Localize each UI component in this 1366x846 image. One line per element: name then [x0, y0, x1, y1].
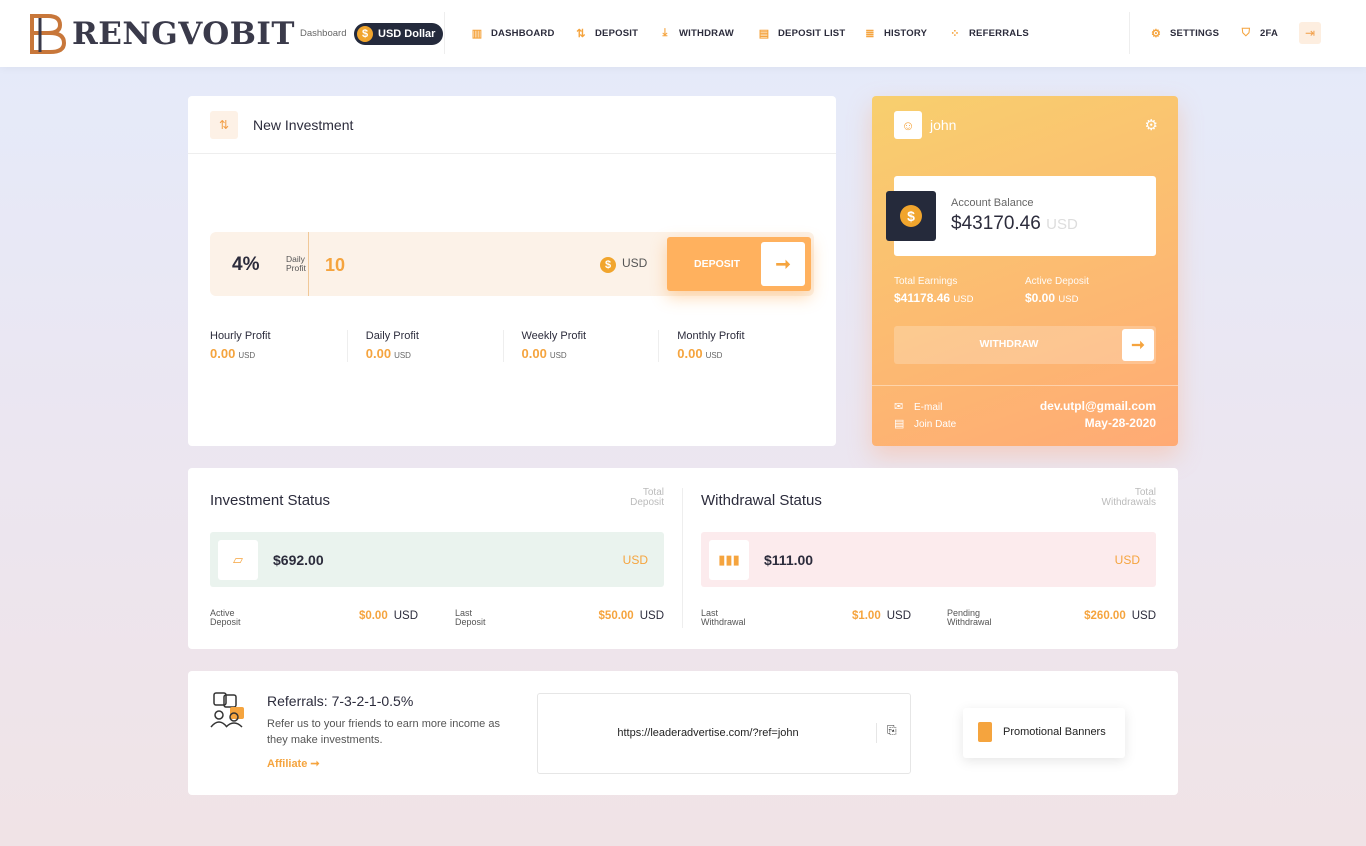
plan-rate: 4%: [232, 254, 260, 275]
dollar-coin-icon: $: [357, 26, 373, 42]
withdrawal-total-bar: ▮▮▮ $111.00 USD: [701, 532, 1156, 587]
referral-title: Referrals: 7-3-2-1-0.5%: [267, 693, 414, 709]
currency-selector[interactable]: $ USD Dollar: [354, 23, 444, 45]
calendar-icon: ▤: [894, 418, 905, 430]
user-header: ☺ john: [894, 111, 956, 139]
balance-box: $ Account Balance $43170.46 USD: [886, 176, 1156, 256]
profit-summary: Hourly Profit 0.00 USD Daily Profit 0.00 U…: [210, 330, 814, 362]
investment-status-title: Investment Status: [210, 492, 331, 509]
daily-profit: Daily Profit 0.00 USD: [346, 330, 503, 362]
balance-value: $43170.46 USD: [951, 213, 1078, 234]
promotional-banners-label: Promotional Banners: [1003, 726, 1106, 738]
currency-label: USD Dollar: [378, 28, 436, 40]
copy-icon[interactable]: ⎘: [876, 723, 897, 743]
status-card: Investment Status Total Deposit ▱ $692.00…: [188, 468, 1178, 649]
referral-link[interactable]: https://leaderadvertise.com/?ref=john: [538, 727, 878, 739]
deposit-button-label: DEPOSIT: [694, 258, 741, 270]
last-deposit-value: $50.00 USD: [598, 610, 664, 622]
shield-icon: ⛉: [1241, 27, 1251, 39]
divider: [444, 12, 445, 54]
referral-link-box: https://leaderadvertise.com/?ref=john ⎘: [537, 693, 911, 774]
weekly-profit: Weekly Profit 0.00 USD: [502, 330, 659, 362]
brand-logo[interactable]: RENGVOBIT: [30, 14, 295, 54]
chat-icon: ▱: [218, 540, 258, 580]
join-date-row: ▤ Join Date May-28-2020: [894, 416, 1156, 430]
nav-history[interactable]: ≣ HISTORY: [864, 27, 927, 40]
user-name: john: [930, 117, 957, 133]
divider: [308, 232, 309, 296]
divider: [682, 488, 683, 628]
bar-chart-icon: ▮▮▮: [709, 540, 749, 580]
withdrawal-total: $111.00: [764, 552, 814, 568]
referral-text: Refer us to your friends to earn more in…: [267, 718, 500, 746]
nav-deposit-list[interactable]: ▤ DEPOSIT LIST: [758, 27, 845, 40]
investment-form: 4% Daily Profit 10 $ USD DEPOSIT ➞: [210, 232, 814, 296]
email-row: ✉ E-mail dev.utpl@gmail.com: [894, 399, 1156, 413]
affiliate-link[interactable]: Affiliate ➞: [267, 757, 320, 770]
dollar-coin-icon: $: [900, 205, 922, 227]
investment-title: New Investment: [253, 116, 354, 133]
last-withdrawal-value: $1.00 USD: [851, 610, 911, 622]
total-earnings: Total Earnings $41178.46 USD: [894, 276, 974, 305]
join-date: May-28-2020: [1084, 416, 1156, 430]
deposit-button[interactable]: DEPOSIT ➞: [667, 237, 811, 291]
gear-icon[interactable]: ⚙: [1145, 116, 1158, 134]
pending-withdrawal-value: $260.00 USD: [1084, 610, 1156, 622]
dashboard-icon: ▥: [471, 28, 483, 40]
monthly-profit: Monthly Profit 0.00 USD: [658, 330, 814, 362]
total-withdrawals-caption: Total Withdrawals: [1101, 487, 1156, 508]
document-icon: [978, 722, 992, 742]
mail-icon: ✉: [894, 401, 904, 413]
withdraw-button-label: WITHDRAW: [979, 338, 1039, 350]
amount-currency: USD: [622, 256, 648, 270]
nav-dashboard[interactable]: ▥ DASHBOARD: [471, 27, 555, 40]
balance-icon: $: [886, 191, 936, 241]
nav-2fa[interactable]: ⛉ 2FA: [1240, 27, 1278, 40]
dollar-coin-icon: $: [600, 257, 616, 273]
nav-settings[interactable]: ⚙ SETTINGS: [1150, 27, 1219, 40]
top-bar: RENGVOBIT Dashboard $ USD Dollar ▥ DASHBO…: [0, 0, 1366, 67]
active-deposit: Active Deposit $0.00 USD: [1025, 276, 1089, 305]
history-icon: ≣: [865, 28, 875, 40]
withdraw-icon: ⤓: [662, 27, 668, 39]
settings-icon: ⚙: [1150, 28, 1162, 40]
user-account-card: ☺ john ⚙ $ Account Balance $43170.46 USD…: [872, 96, 1178, 446]
withdrawal-status-title: Withdrawal Status: [701, 492, 822, 509]
new-investment-card: ⇅ New Investment 4% Daily Profit 10 $ USD…: [188, 96, 836, 446]
nav-withdraw[interactable]: ⤓ WITHDRAW: [659, 27, 734, 40]
balance-label: Account Balance: [951, 197, 1034, 209]
arrow-right-icon: ➞: [1122, 329, 1154, 361]
nav-referrals[interactable]: ⁘ REFERRALS: [949, 27, 1029, 40]
divider: [1129, 12, 1130, 54]
referral-card: Referrals: 7-3-2-1-0.5% Refer us to your…: [188, 671, 1178, 795]
withdrawal-status: Withdrawal Status Total Withdrawals ▮▮▮ $…: [701, 487, 1156, 627]
investment-total: $692.00: [273, 552, 324, 568]
deposit-icon: ⇅: [576, 28, 586, 40]
logo-mark-icon: [30, 14, 67, 54]
deposit-list-icon: ▤: [758, 28, 770, 40]
investment-header: ⇅ New Investment: [188, 96, 836, 154]
page-label: Dashboard: [300, 28, 347, 39]
investment-status: Investment Status Total Deposit ▱ $692.00…: [210, 487, 664, 627]
divider: [872, 385, 1178, 386]
nav-deposit[interactable]: ⇅ DEPOSIT: [575, 27, 638, 40]
invest-icon: ⇅: [210, 110, 238, 139]
brand-name: RENGVOBIT: [72, 16, 295, 52]
referral-users-icon: [210, 692, 244, 728]
withdraw-button[interactable]: WITHDRAW ➞: [894, 326, 1156, 364]
total-deposit-caption: Total Deposit: [630, 487, 664, 508]
hourly-profit: Hourly Profit 0.00 USD: [210, 330, 271, 361]
user-avatar-icon: ☺: [894, 111, 922, 139]
active-deposit-value: $0.00 USD: [358, 610, 418, 622]
referrals-icon: ⁘: [950, 28, 960, 40]
investment-total-bar: ▱ $692.00 USD: [210, 532, 664, 587]
arrow-right-icon: ➞: [761, 242, 805, 286]
amount-input[interactable]: 10: [325, 255, 345, 276]
logout-icon[interactable]: ⇥: [1299, 22, 1321, 44]
user-email: dev.utpl@gmail.com: [1039, 399, 1156, 413]
promotional-banners-button[interactable]: Promotional Banners: [963, 708, 1125, 758]
plan-rate-caption: Daily Profit: [286, 254, 306, 273]
